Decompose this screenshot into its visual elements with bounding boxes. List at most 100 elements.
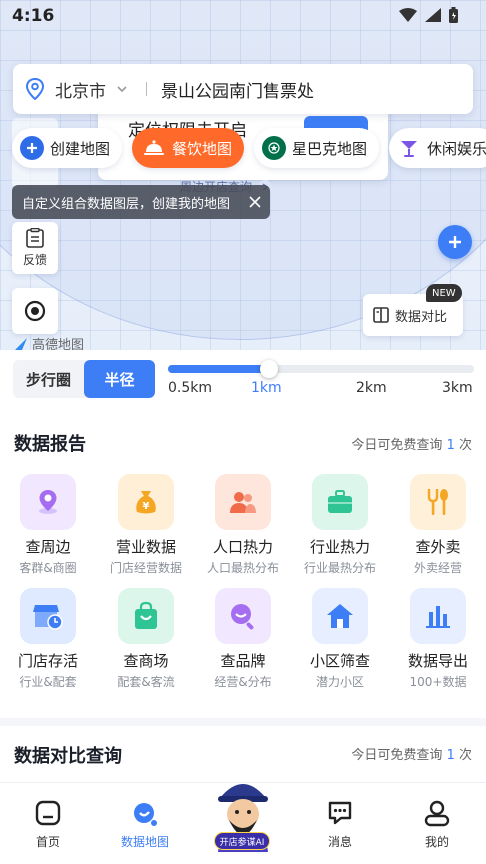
radius-option-3km[interactable]: 3km	[442, 380, 473, 396]
radius-option-0-5km[interactable]: 0.5km	[168, 380, 212, 396]
magnifier-icon	[215, 588, 271, 644]
status-bar: 4:16	[0, 0, 486, 34]
tile-title: 查外卖	[415, 538, 461, 556]
signal-icon	[425, 8, 441, 22]
feedback-label: 反馈	[22, 253, 47, 267]
city-selector[interactable]: 北京市	[55, 77, 106, 102]
nav-messages[interactable]: 消息	[300, 799, 380, 850]
fork-spoon-icon	[410, 474, 466, 530]
data-report-section: 数据报告 今日可免费查询 1 次 查周边 客群&商圈 ¥ 营业数据 门店经营数据…	[0, 412, 486, 718]
tile-title: 营业数据	[115, 538, 176, 556]
amap-logo-text: 高德地图	[32, 338, 85, 350]
nav-label: 消息	[327, 835, 352, 849]
nav-home[interactable]: 首页	[8, 799, 88, 850]
radius-slider-fill	[168, 365, 269, 373]
feedback-icon	[26, 228, 44, 248]
free-note-suffix: 次	[458, 748, 472, 763]
radius-option-2km[interactable]: 2km	[356, 380, 387, 396]
tile-title: 查周边	[25, 538, 71, 556]
chip-leisure[interactable]: 休闲娱乐	[389, 128, 486, 168]
tile-subtitle: 配套&客流	[117, 675, 175, 689]
create-map-tooltip: 自定义组合数据图层，创建我的地图	[12, 185, 270, 219]
mascot-label[interactable]: 开店参谋AI	[214, 832, 270, 850]
data-compare-label: 数据对比	[395, 309, 448, 325]
cloche-icon	[142, 136, 166, 160]
nav-label: 首页	[35, 835, 60, 849]
chevron-down-icon[interactable]	[116, 85, 128, 93]
tile-store-survival[interactable]: 门店存活 行业&配套	[0, 588, 96, 690]
cocktail-icon	[397, 136, 421, 160]
tile-subtitle: 经营&分布	[214, 675, 272, 689]
radius-slider[interactable]	[168, 360, 474, 378]
chip-food-map[interactable]: 餐饮地图	[132, 128, 245, 168]
tile-subtitle: 行业&配套	[19, 675, 77, 689]
radius-option-1km[interactable]: 1km	[251, 380, 282, 396]
tile-title: 查品牌	[220, 652, 266, 670]
tile-title: 数据导出	[407, 652, 468, 670]
bar-chart-icon	[410, 588, 466, 644]
tile-population-heat[interactable]: 人口热力 人口最热分布	[195, 474, 291, 576]
tile-brand[interactable]: 查品牌 经营&分布	[195, 588, 291, 690]
chip-label: 休闲娱乐	[427, 139, 486, 158]
locate-button[interactable]	[12, 288, 58, 334]
tile-subtitle: 外卖经营	[413, 561, 462, 575]
close-icon[interactable]	[248, 195, 262, 209]
nav-data-map[interactable]: 数据地图	[105, 799, 185, 850]
map-view[interactable]: 4:16 定位权限未开启 周边开店查询 北京市 景山公园南门售票处 创建地图	[0, 0, 486, 350]
compare-free-note: 今日可免费查询 1 次	[351, 744, 472, 763]
feedback-button[interactable]: 反馈	[12, 222, 58, 274]
store-clock-icon	[20, 588, 76, 644]
free-note-prefix: 今日可免费查询	[351, 748, 443, 763]
nav-profile[interactable]: 我的	[397, 799, 477, 850]
locate-icon	[24, 300, 46, 322]
free-count: 1	[446, 438, 455, 453]
add-layer-button[interactable]	[438, 225, 472, 259]
compare-icon	[373, 307, 389, 323]
tile-nearby[interactable]: 查周边 客群&商圈	[0, 474, 96, 576]
tile-title: 人口热力	[212, 538, 273, 556]
mode-walking-circle[interactable]: 步行圈	[13, 360, 84, 398]
range-panel: 步行圈 半径 0.5km 1km 2km 3km	[0, 350, 486, 412]
map-chips: 创建地图 餐饮地图 星巴克地图 休闲娱乐	[12, 128, 486, 168]
free-note-prefix: 今日可免费查询	[351, 438, 443, 453]
tile-subtitle: 行业最热分布	[303, 561, 376, 575]
chip-label: 创建地图	[50, 139, 111, 158]
search-bar[interactable]: 北京市 景山公园南门售票处	[13, 64, 473, 114]
mode-radius[interactable]: 半径	[84, 360, 155, 398]
tile-title: 小区筛查	[309, 652, 370, 670]
free-query-note: 今日可免费查询 1 次	[351, 434, 472, 453]
amap-logo: 高德地图	[14, 334, 84, 350]
tile-takeaway[interactable]: 查外卖 外卖经营	[390, 474, 486, 576]
new-badge: NEW	[426, 284, 462, 302]
nav-label: 数据地图	[120, 835, 169, 849]
people-icon	[215, 474, 271, 530]
starbucks-logo-icon	[262, 136, 287, 160]
tile-data-export[interactable]: 数据导出 100+数据	[390, 588, 486, 690]
radius-slider-knob[interactable]	[259, 360, 278, 378]
divider	[146, 82, 147, 96]
wifi-icon	[399, 8, 417, 22]
chip-create-map[interactable]: 创建地图	[12, 128, 123, 168]
home-icon	[35, 800, 61, 826]
svg-text:¥: ¥	[143, 501, 150, 512]
plus-circle-icon	[20, 136, 44, 160]
status-icons	[399, 7, 458, 23]
chip-starbucks-map[interactable]: 星巴克地图	[254, 128, 380, 168]
tile-subtitle: 人口最热分布	[206, 561, 279, 575]
tile-business-data[interactable]: ¥ 营业数据 门店经营数据	[98, 474, 194, 576]
tile-industry-heat[interactable]: 行业热力 行业最热分布	[292, 474, 388, 576]
amap-logo-icon	[15, 337, 27, 350]
shopping-bag-icon	[118, 588, 174, 644]
message-icon	[328, 801, 352, 825]
battery-icon	[449, 7, 458, 23]
map-data-icon	[134, 803, 157, 826]
plus-icon	[449, 236, 461, 248]
tile-subtitle: 100+数据	[409, 675, 467, 689]
search-input[interactable]: 景山公园南门售票处	[161, 77, 314, 102]
data-compare-title: 数据对比查询	[14, 746, 122, 767]
tile-community[interactable]: 小区筛查 潜力小区	[292, 588, 388, 690]
tooltip-text: 自定义组合数据图层，创建我的地图	[22, 196, 231, 212]
tile-mall[interactable]: 查商场 配套&客流	[98, 588, 194, 690]
house-icon	[312, 588, 368, 644]
tile-subtitle: 客群&商圈	[19, 561, 77, 575]
